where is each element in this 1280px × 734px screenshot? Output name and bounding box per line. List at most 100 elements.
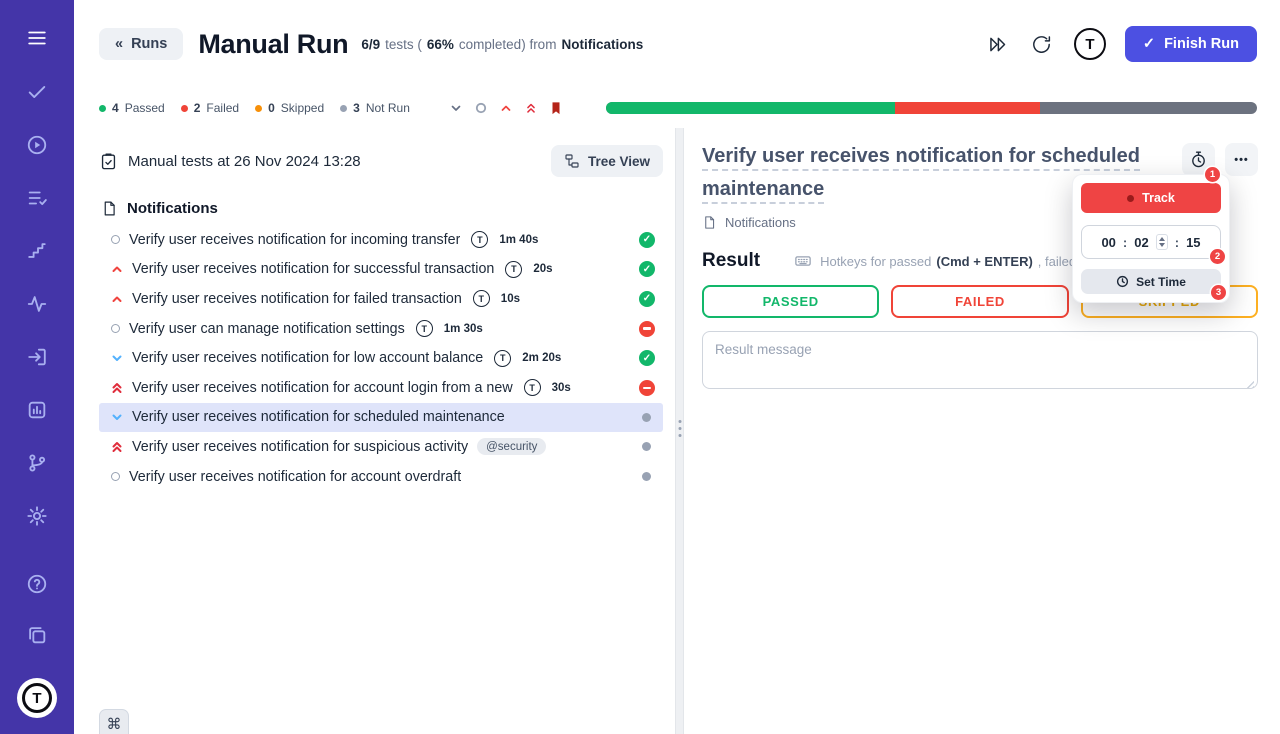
set-time-label: Set Time <box>1136 274 1186 289</box>
priority-normal-icon <box>111 472 120 482</box>
chevron-down-icon[interactable] <box>448 100 464 116</box>
skipped-count: 0 <box>268 101 275 115</box>
sidebar-nav <box>25 80 49 528</box>
minutes-input[interactable]: 02 <box>1134 235 1148 250</box>
legend-notrun[interactable]: 3 Not Run <box>340 101 410 115</box>
priority-medium-icon <box>112 266 122 273</box>
test-row[interactable]: Verify user receives notification for ac… <box>99 462 663 492</box>
more-options-button[interactable]: ••• <box>1225 143 1258 176</box>
app-root: T « Runs Manual Run 6/9 tests ( 66% comp… <box>0 0 1280 734</box>
test-row[interactable]: Verify user receives notification for su… <box>99 432 663 462</box>
clock-icon <box>1117 275 1129 288</box>
status-passed-icon: ✓ <box>639 290 655 307</box>
finish-run-button[interactable]: ✓ Finish Run <box>1124 26 1257 62</box>
finish-run-label: Finish Run <box>1164 36 1239 52</box>
legend-skipped[interactable]: 0 Skipped <box>255 101 324 115</box>
stepper-up-icon[interactable] <box>1158 237 1165 241</box>
priority-low-icon <box>112 414 122 421</box>
test-row[interactable]: Verify user receives notification for lo… <box>99 343 663 373</box>
status-failed-icon <box>639 320 655 337</box>
passed-button[interactable]: PASSED <box>702 285 880 318</box>
test-tag[interactable]: @security <box>477 438 547 456</box>
tutorial-badge-1: 1 <box>1205 167 1220 182</box>
test-duration: 1m 30s <box>443 322 483 335</box>
progress-failed <box>894 102 1040 114</box>
back-label: Runs <box>131 36 168 52</box>
back-to-runs-button[interactable]: « Runs <box>99 28 184 60</box>
test-row[interactable]: Verify user can manage notification sett… <box>99 314 663 344</box>
bookmark-flag-icon[interactable] <box>548 100 564 116</box>
status-notrun-icon <box>642 472 651 482</box>
testomat-badge-icon: T <box>471 231 489 249</box>
test-duration: 1m 40s <box>499 233 539 246</box>
failed-count: 2 <box>193 101 201 115</box>
command-icon: ⌘ <box>106 716 122 733</box>
stats-tests: tests ( <box>385 36 422 52</box>
test-row[interactable]: Verify user receives notification for sc… <box>99 402 663 433</box>
set-time-button[interactable]: Set Time 3 <box>1081 269 1226 300</box>
suite-header[interactable]: Notifications <box>99 200 663 217</box>
testomat-logo[interactable]: T <box>17 678 57 718</box>
sidebar-plans-icon[interactable] <box>25 186 49 210</box>
timer-button[interactable]: 1 <box>1182 143 1220 182</box>
legend-failed[interactable]: 2 Failed <box>180 101 240 115</box>
back-chevrons-icon: « <box>115 36 124 52</box>
track-button[interactable]: Track <box>1081 183 1221 213</box>
notrun-dot-icon <box>340 104 348 112</box>
failed-button[interactable]: FAILED <box>891 285 1069 318</box>
run-header: Manual tests at 26 Nov 2024 13:28 Tree V… <box>99 138 663 184</box>
testomat-badge-icon: T <box>415 320 433 338</box>
failed-label: Failed <box>206 101 240 115</box>
priority-normal-icon <box>111 324 120 334</box>
passed-dot-icon <box>99 104 106 112</box>
panel-splitter[interactable] <box>675 128 684 734</box>
run-clipboard-icon <box>101 153 116 169</box>
sidebar-branches-icon[interactable] <box>25 451 49 475</box>
sidebar-runs-icon[interactable] <box>25 133 49 157</box>
priority-normal-filter-icon[interactable] <box>473 100 489 116</box>
test-title: Verify user receives notification for su… <box>132 438 469 455</box>
priority-medium-filter-icon[interactable] <box>498 100 514 116</box>
sidebar-steps-icon[interactable] <box>25 239 49 263</box>
test-duration: 2m 20s <box>522 352 562 365</box>
skipped-dot-icon <box>255 104 263 112</box>
tree-view-label: Tree View <box>587 153 650 169</box>
testomat-avatar[interactable]: T <box>1072 27 1107 61</box>
breadcrumb-label: Notifications <box>725 215 796 230</box>
command-palette-button[interactable]: ⌘ <box>99 709 129 734</box>
result-message-input[interactable] <box>702 331 1258 389</box>
sidebar-activity-icon[interactable] <box>25 292 49 316</box>
priority-high-icon <box>112 441 122 452</box>
test-row[interactable]: Verify user receives notification for fa… <box>99 284 663 314</box>
sidebar-projects-icon[interactable] <box>25 623 49 647</box>
record-dot-icon <box>1127 194 1135 202</box>
priority-high-filter-icon[interactable] <box>523 100 539 116</box>
tree-view-icon <box>565 154 579 168</box>
suite-document-icon <box>104 201 115 216</box>
test-row[interactable]: Verify user receives notification for ac… <box>99 373 663 403</box>
menu-icon[interactable] <box>25 26 49 50</box>
status-bar: 4 Passed 2 Failed 0 Skipped 3 Not Run <box>74 88 1280 128</box>
result-label: Result <box>702 250 761 271</box>
passed-label: Passed <box>124 101 165 115</box>
sidebar-bottom: T <box>17 572 57 718</box>
legend-passed[interactable]: 4 Passed <box>99 101 165 115</box>
sidebar-tests-icon[interactable] <box>25 80 49 104</box>
stopwatch-icon <box>1192 151 1205 168</box>
sidebar-help-icon[interactable] <box>25 572 49 596</box>
sidebar-import-icon[interactable] <box>25 345 49 369</box>
sidebar-reports-icon[interactable] <box>25 398 49 422</box>
retry-history-icon[interactable] <box>1029 31 1055 57</box>
sidebar-settings-icon[interactable] <box>25 504 49 528</box>
minutes-stepper[interactable] <box>1155 234 1168 250</box>
hours-input[interactable]: 00 <box>1101 235 1115 250</box>
tutorial-badge-2: 2 <box>1210 249 1225 264</box>
seconds-input[interactable]: 15 <box>1186 235 1200 250</box>
status-passed-icon: ✓ <box>639 231 655 248</box>
stepper-down-icon[interactable] <box>1158 243 1165 247</box>
test-row[interactable]: Verify user receives notification for su… <box>99 255 663 285</box>
testomat-badge-icon: T <box>494 349 512 367</box>
tree-view-button[interactable]: Tree View <box>550 145 663 177</box>
fast-forward-icon[interactable] <box>985 31 1011 57</box>
test-row[interactable]: Verify user receives notification for in… <box>99 225 663 255</box>
